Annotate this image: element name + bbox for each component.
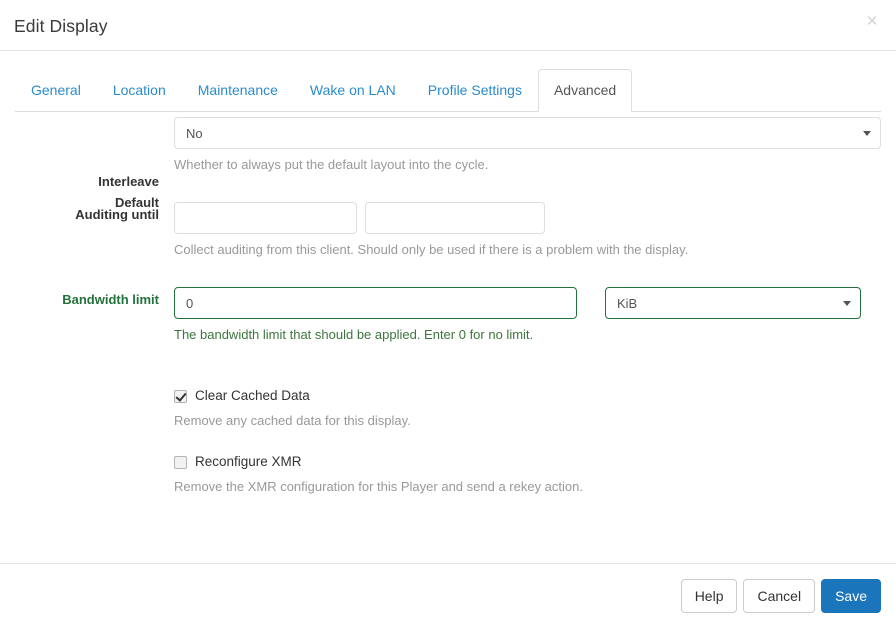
auditing-until-date-input[interactable] [174,202,357,234]
interleave-default-select-wrap: No Yes [174,117,881,149]
bandwidth-unit-select-wrap: KiB MiB GiB [605,287,861,319]
clear-cached-data-checkbox[interactable] [174,390,187,403]
modal-body: General Location Maintenance Wake on LAN… [0,51,896,563]
reconfigure-xmr-label: Reconfigure XMR [195,453,302,471]
modal-header: Edit Display × [0,0,896,51]
help-bandwidth-limit: The bandwidth limit that should be appli… [174,326,881,344]
reconfigure-xmr-row[interactable]: Reconfigure XMR [174,453,881,471]
tab-item-wake-on-lan: Wake on LAN [294,69,412,111]
tab-wake-on-lan[interactable]: Wake on LAN [294,69,412,112]
form-group-clear-cached-data: Clear Cached Data Remove any cached data… [0,368,896,445]
form-group-bandwidth-limit: Bandwidth limit KiB MiB GiB [0,283,896,368]
tab-general[interactable]: General [15,69,97,112]
help-reconfigure-xmr: Remove the XMR configuration for this Pl… [174,478,881,496]
form-group-interleave-default: Interleave Default No Yes Whether to alw… [0,113,896,198]
tab-bar: General Location Maintenance Wake on LAN… [15,70,881,112]
tab-maintenance[interactable]: Maintenance [182,69,294,112]
clear-cached-data-row[interactable]: Clear Cached Data [174,387,881,405]
edit-display-modal: Edit Display × General Location Maintena… [0,0,896,627]
tab-item-advanced: Advanced [538,69,632,111]
tab-item-general: General [15,69,97,111]
bandwidth-limit-input[interactable] [174,287,577,319]
save-button[interactable]: Save [821,579,881,613]
form-group-auditing-until: Auditing until Collect auditing from thi… [0,198,896,283]
form-group-reconfigure-xmr: Reconfigure XMR Remove the XMR configura… [0,445,896,505]
help-clear-cached-data: Remove any cached data for this display. [174,412,881,430]
label-bandwidth-limit: Bandwidth limit [0,283,159,309]
cancel-button[interactable]: Cancel [743,579,815,613]
tab-item-maintenance: Maintenance [182,69,294,111]
tab-item-profile-settings: Profile Settings [412,69,538,111]
help-button[interactable]: Help [681,579,738,613]
reconfigure-xmr-checkbox[interactable] [174,456,187,469]
modal-footer: Help Cancel Save [0,563,896,627]
help-interleave-default: Whether to always put the default layout… [174,156,881,174]
help-auditing-until: Collect auditing from this client. Shoul… [174,241,881,259]
label-auditing-until: Auditing until [0,198,159,224]
tab-location[interactable]: Location [97,69,182,112]
clear-cached-data-label: Clear Cached Data [195,387,310,405]
auditing-until-time-input[interactable] [365,202,545,234]
close-icon[interactable]: × [861,11,883,33]
tab-advanced[interactable]: Advanced [538,69,632,112]
advanced-settings-form: Interleave Default No Yes Whether to alw… [0,113,896,505]
bandwidth-unit-select[interactable]: KiB MiB GiB [605,287,861,319]
page-title: Edit Display [14,16,108,36]
tab-profile-settings[interactable]: Profile Settings [412,69,538,112]
tab-item-location: Location [97,69,182,111]
interleave-default-select[interactable]: No Yes [174,117,881,149]
